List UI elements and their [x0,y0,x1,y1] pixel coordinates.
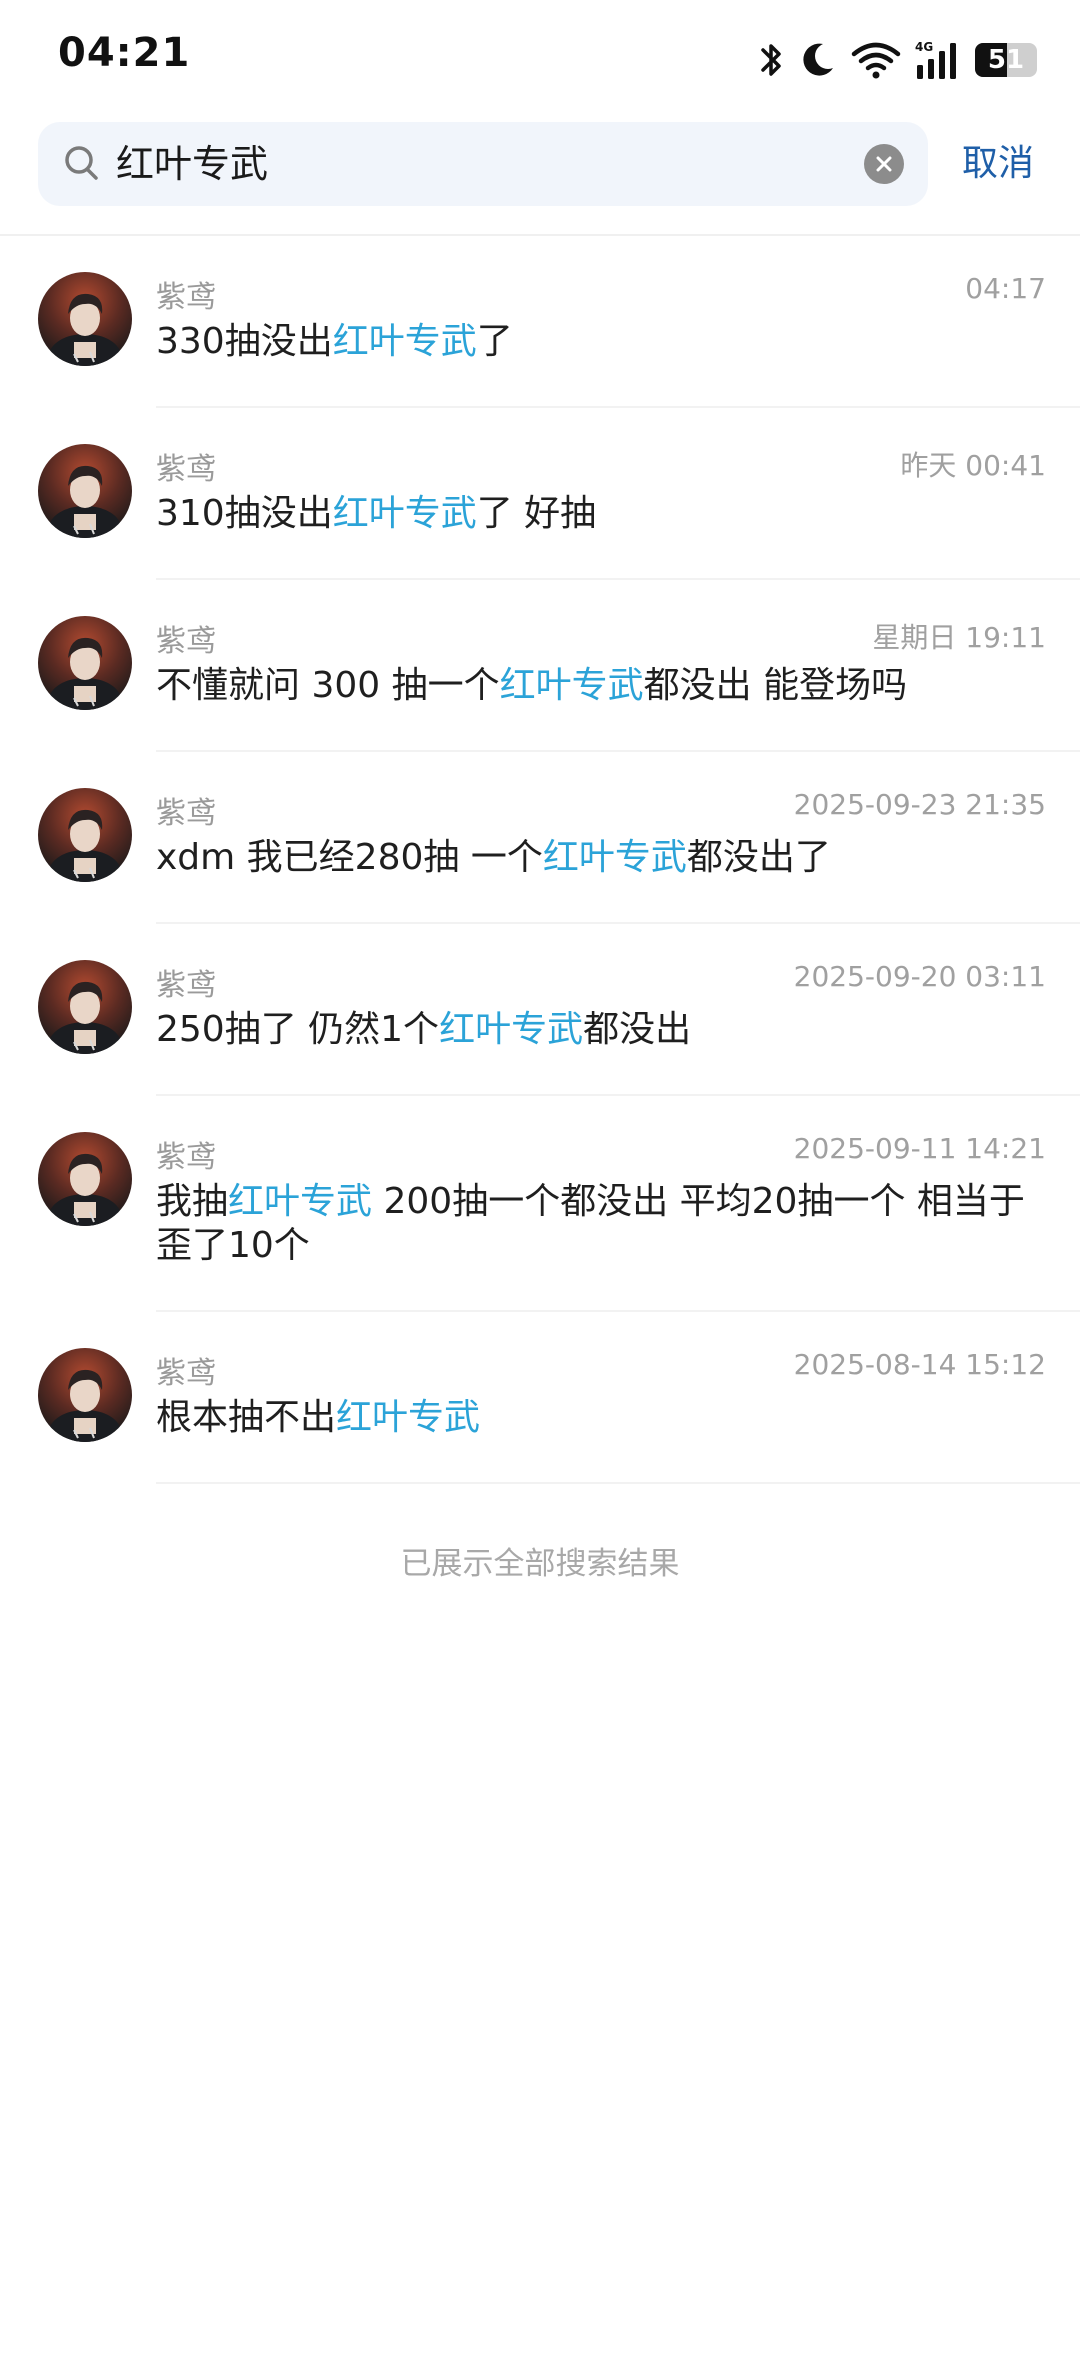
message-text-part: 了 [476,321,513,362]
result-item[interactable]: 紫鸢 2025-09-20 03:11 250抽了 仍然1个红叶专武都没出 [0,924,1080,1096]
avatar[interactable] [38,616,132,710]
svg-text:4G: 4G [915,40,933,54]
clear-icon[interactable] [864,144,904,184]
result-item[interactable]: 紫鸢 04:17 330抽没出红叶专武了 [0,236,1080,408]
search-input[interactable] [116,122,876,206]
search-box[interactable] [38,122,928,206]
message-text: xdm 我已经280抽 一个红叶专武都没出了 [156,836,1046,880]
message-text-part: 330抽没出 [156,321,333,362]
highlighted-keyword: 红叶专武 [332,321,477,362]
message-time: 昨天 00:41 [900,449,1046,482]
moon-icon [799,40,837,80]
message-text-part: 我抽 [156,1181,229,1222]
message-text: 250抽了 仍然1个红叶专武都没出 [156,1008,1046,1052]
result-item[interactable]: 紫鸢 2025-09-11 14:21 我抽红叶专武 200抽一个都没出 平均20抽… [0,1096,1080,1312]
message-text-part: 都没出 能登场吗 [643,665,908,706]
status-bar: 04:21 4G 51 [0,0,1080,110]
avatar[interactable] [38,444,132,538]
avatar[interactable] [38,272,132,366]
message-time: 2025-09-20 03:11 [793,960,1046,993]
message-text-part: xdm 我已经280抽 一个 [156,837,543,878]
message-text: 不懂就问 300 抽一个红叶专武都没出 能登场吗 [156,664,1046,708]
search-icon [62,143,102,189]
message-text: 330抽没出红叶专武了 [156,320,1046,364]
result-item[interactable]: 紫鸢 星期日 19:11 不懂就问 300 抽一个红叶专武都没出 能登场吗 [0,580,1080,752]
message-text: 310抽没出红叶专武了 好抽 [156,492,1046,536]
message-time: 2025-09-11 14:21 [793,1132,1046,1165]
battery-icon: 51 [975,43,1037,77]
search-header: 取消 [0,122,1080,206]
result-item[interactable]: 紫鸢 昨天 00:41 310抽没出红叶专武了 好抽 [0,408,1080,580]
sender-name: 紫鸢 [156,624,216,659]
message-time: 2025-08-14 15:12 [793,1348,1046,1381]
highlighted-keyword: 红叶专武 [439,1009,584,1050]
search-results-list: 紫鸢 04:17 330抽没出红叶专武了 紫鸢 昨天 00:41 310抽没出红叶专武了… [0,236,1080,1484]
wifi-icon [851,40,901,80]
message-text-part: 不懂就问 300 抽一个 [156,665,500,706]
avatar[interactable] [38,1348,132,1442]
signal-4g-icon: 4G [915,39,961,81]
message-time: 04:17 [965,272,1046,305]
avatar[interactable] [38,788,132,882]
end-of-results-text: 已展示全部搜索结果 [400,1546,680,1582]
highlighted-keyword: 红叶专武 [336,1397,481,1438]
status-time: 04:21 [58,30,191,76]
result-item[interactable]: 紫鸢 2025-08-14 15:12 根本抽不出红叶专武 [0,1312,1080,1484]
message-text-part: 250抽了 仍然1个 [156,1009,440,1050]
message-time: 2025-09-23 21:35 [793,788,1046,821]
row-divider [156,1482,1080,1484]
battery-level: 51 [987,45,1025,75]
sender-name: 紫鸢 [156,280,216,315]
message-text-part: 根本抽不出 [156,1397,337,1438]
result-item[interactable]: 紫鸢 2025-09-23 21:35 xdm 我已经280抽 一个红叶专武都没出了 [0,752,1080,924]
message-time: 星期日 19:11 [872,621,1046,654]
highlighted-keyword: 红叶专武 [499,665,644,706]
message-text: 我抽红叶专武 200抽一个都没出 平均20抽一个 相当于歪了10个 [156,1180,1046,1268]
message-text-part: 了 好抽 [476,493,597,534]
highlighted-keyword: 红叶专武 [228,1181,373,1222]
sender-name: 紫鸢 [156,796,216,831]
sender-name: 紫鸢 [156,1356,216,1391]
message-text-part: 都没出 [583,1009,692,1050]
highlighted-keyword: 红叶专武 [542,837,687,878]
sender-name: 紫鸢 [156,452,216,487]
avatar[interactable] [38,1132,132,1226]
sender-name: 紫鸢 [156,968,216,1003]
message-text: 根本抽不出红叶专武 [156,1396,1046,1440]
highlighted-keyword: 红叶专武 [332,493,477,534]
status-icons: 4G 51 [757,32,1037,88]
message-text-part: 310抽没出 [156,493,333,534]
message-text-part: 都没出了 [686,837,831,878]
sender-name: 紫鸢 [156,1140,216,1175]
avatar[interactable] [38,960,132,1054]
bluetooth-icon [757,40,785,80]
cancel-button[interactable]: 取消 [962,122,1034,206]
